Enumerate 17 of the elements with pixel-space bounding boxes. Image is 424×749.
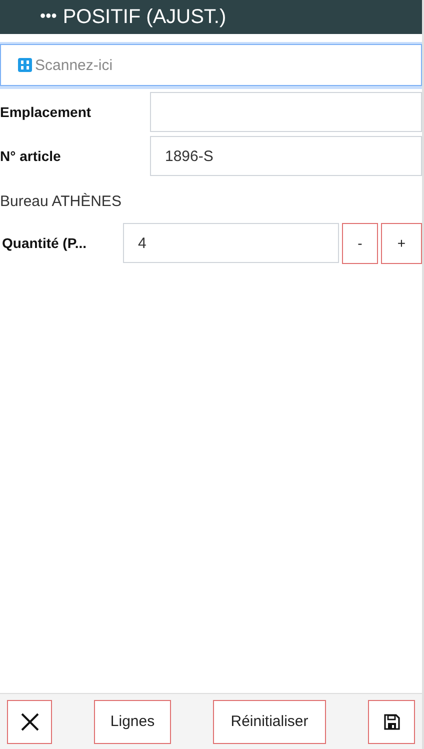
quantity-field[interactable]: 4 xyxy=(123,223,339,263)
page-title: POSITIF (AJUST.) xyxy=(62,6,226,28)
increment-button[interactable]: + xyxy=(381,222,422,264)
input-field[interactable]: 1896-S xyxy=(150,136,422,176)
field-label: Emplacement xyxy=(0,104,92,120)
close-button[interactable] xyxy=(7,700,52,744)
close-icon xyxy=(20,712,38,730)
location-text: Bureau ATHÈNES xyxy=(0,193,122,212)
field-label: Quantité (P... xyxy=(1,235,88,251)
scan-field[interactable]: Scannez-ici xyxy=(0,44,422,86)
input-field[interactable] xyxy=(150,92,422,132)
lines-button[interactable]: Lignes xyxy=(94,700,171,744)
menu-button[interactable]: ••• xyxy=(40,8,57,26)
decrement-button[interactable]: - xyxy=(342,222,378,264)
reset-button[interactable]: Réinitialiser xyxy=(213,700,326,744)
save-button[interactable] xyxy=(368,700,415,744)
field-label: N° article xyxy=(0,148,62,164)
